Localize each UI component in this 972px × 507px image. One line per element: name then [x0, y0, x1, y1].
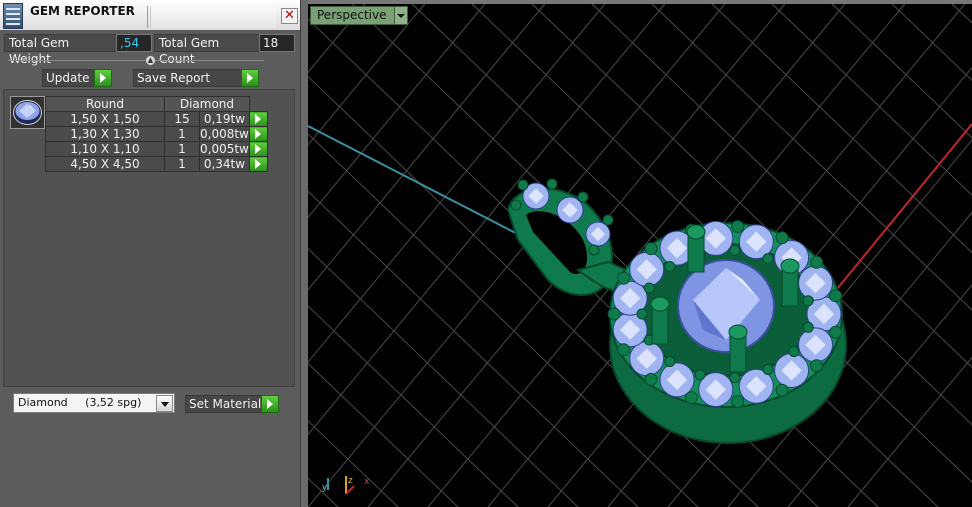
viewport-scene: y z x	[308, 0, 972, 507]
title-bar-fill	[150, 6, 276, 28]
gem-weight: 0,19tw	[199, 111, 250, 127]
center-gem	[677, 259, 775, 353]
save-report-arrow-icon	[241, 69, 259, 87]
chevron-down-icon[interactable]	[156, 395, 173, 412]
set-material-arrow-icon	[261, 395, 279, 413]
select-row-arrow-icon[interactable]	[248, 156, 268, 172]
table-row: 1,50 X 1,50 15 0,19tw	[45, 111, 268, 127]
x-axis-line	[827, 123, 972, 301]
gem-reporter-app-icon	[3, 3, 23, 29]
axis-gizmo: y z x	[322, 476, 370, 495]
section-divider	[8, 60, 264, 61]
total-gem-count-label: Total Gem Count	[154, 34, 262, 66]
table-row: 1,10 X 1,10 1 0,005tw	[45, 141, 268, 157]
gem-weight: 0,005tw	[199, 141, 250, 157]
gizmo-y-label: y	[322, 483, 328, 493]
view-name-label: Perspective	[317, 8, 387, 22]
update-arrow-icon	[94, 69, 112, 87]
update-button-label: Update	[46, 71, 90, 85]
select-row-arrow-icon[interactable]	[248, 126, 268, 142]
view-name-dropdown[interactable]: Perspective	[310, 6, 408, 25]
material-dropdown[interactable]: Diamond (3,52 spg)	[13, 393, 175, 413]
gem-count: 1	[164, 141, 200, 157]
shape-column-header: Round	[45, 96, 165, 112]
table-row: 1,30 X 1,30 1 0,008tw	[45, 126, 268, 142]
gizmo-z-label: z	[348, 476, 353, 486]
gem-weight: 0,34tw	[199, 156, 250, 172]
gizmo-x-label: x	[364, 477, 370, 487]
set-material-button-label: Set Material	[189, 397, 262, 411]
update-button[interactable]: Update	[42, 69, 112, 87]
round-gem-thumbnail-icon[interactable]	[10, 96, 45, 129]
title-bar: GEM REPORTER ✕	[0, 0, 300, 30]
gem-reporter-panel: GEM REPORTER ✕ Total Gem Weight ,54 Tota…	[0, 0, 300, 507]
save-report-button-label: Save Report	[137, 71, 211, 85]
material-column-header: Diamond	[164, 96, 250, 112]
gem-size: 1,30 X 1,30	[45, 126, 165, 142]
total-gem-weight-value: ,54	[116, 34, 152, 52]
table-row: 4,50 X 4,50 1 0,34tw	[45, 156, 268, 172]
close-icon[interactable]: ✕	[281, 8, 298, 24]
gem-count: 1	[164, 156, 200, 172]
select-row-arrow-icon[interactable]	[248, 141, 268, 157]
viewport-top-strip	[308, 0, 972, 4]
total-gem-weight-label: Total Gem Weight	[4, 34, 118, 66]
window-title: GEM REPORTER	[30, 4, 135, 18]
gem-size: 4,50 X 4,50	[45, 156, 165, 172]
save-report-button[interactable]: Save Report	[133, 69, 259, 87]
gem-weight: 0,008tw	[199, 126, 250, 142]
gem-report-table: Round Diamond 1,50 X 1,50 15 0,19tw 1,30…	[45, 96, 268, 172]
select-row-arrow-icon[interactable]	[248, 111, 268, 127]
perspective-viewport[interactable]: y z x Perspective	[308, 0, 972, 507]
gem-count: 15	[164, 111, 200, 127]
title-separator	[147, 6, 148, 28]
material-selected-value: Diamond (3,52 spg)	[18, 396, 142, 409]
chevron-down-icon[interactable]	[393, 7, 407, 24]
gem-size: 1,10 X 1,10	[45, 141, 165, 157]
collapse-up-icon[interactable]: ▲	[145, 55, 156, 66]
gem-size: 1,50 X 1,50	[45, 111, 165, 127]
pendant-model	[506, 178, 847, 444]
table-header-row: Round Diamond	[45, 96, 268, 112]
total-gem-count-value: 18	[259, 34, 295, 52]
gem-count: 1	[164, 126, 200, 142]
set-material-button[interactable]: Set Material	[185, 395, 279, 413]
